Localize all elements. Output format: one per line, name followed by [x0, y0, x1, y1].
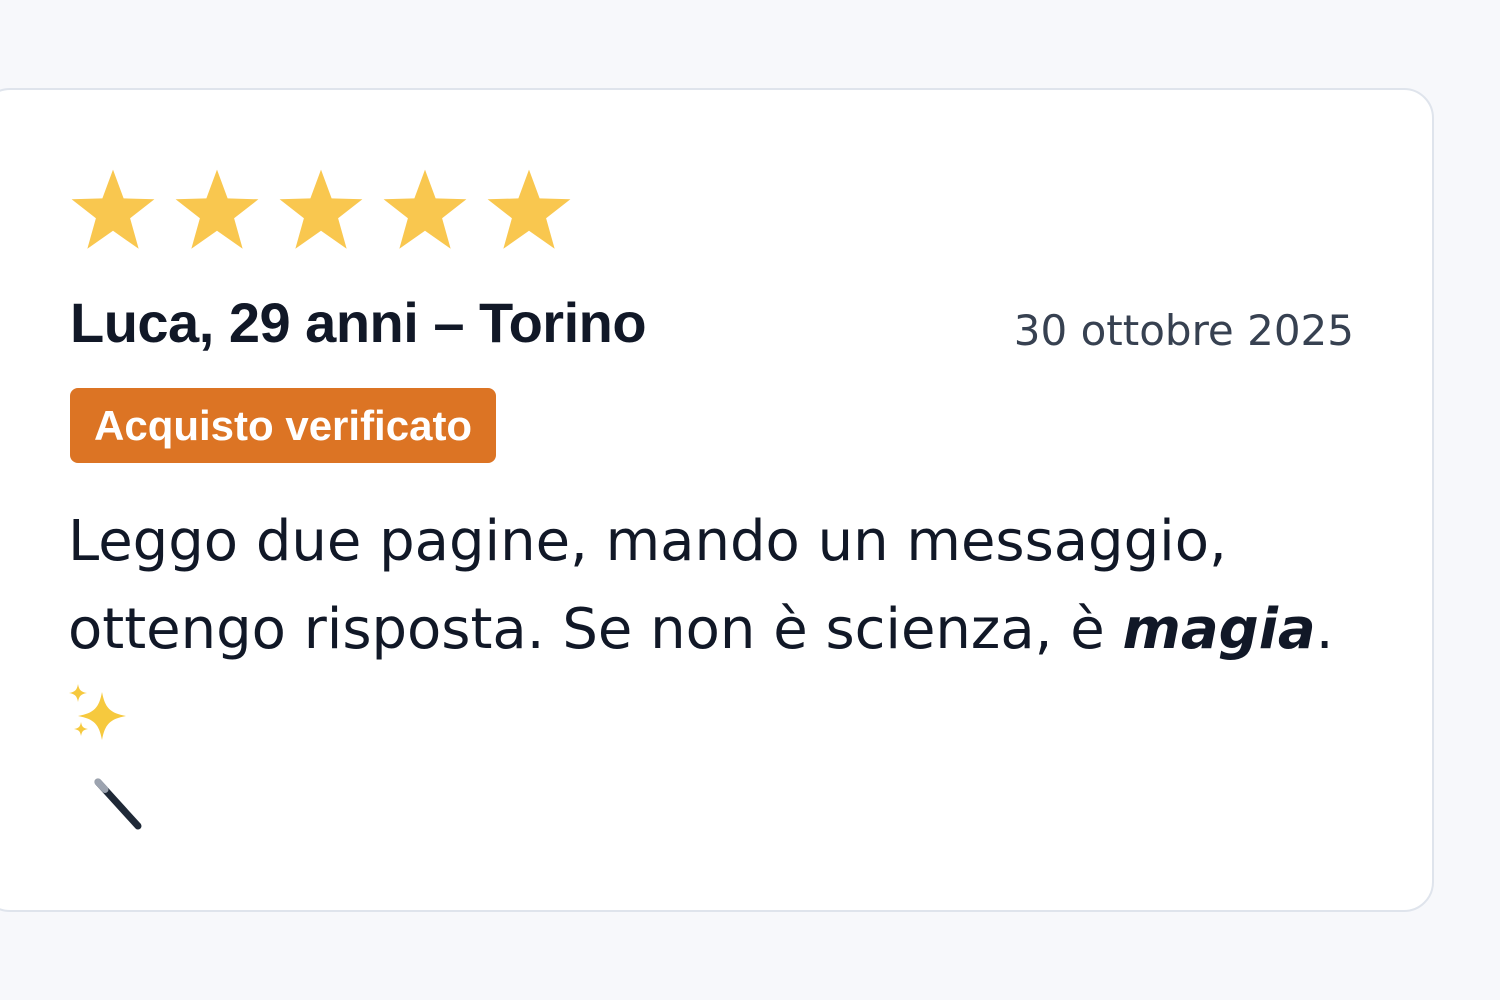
review-text-line2: ottengo risposta. Se non è scienza, è	[68, 597, 1123, 662]
star-icon	[484, 166, 574, 256]
star-icon	[68, 166, 158, 256]
review-text-suffix: .	[1315, 597, 1334, 662]
star-icon	[276, 166, 366, 256]
star-icon	[380, 166, 470, 256]
reviewer-name: Luca, 29 anni – Torino	[70, 291, 647, 354]
review-text-line1: Leggo due pagine, mando un messaggio,	[68, 509, 1227, 574]
review-card: Luca, 29 anni – Torino 30 ottobre 2025 A…	[0, 88, 1434, 912]
review-text-emphasis: magia	[1122, 597, 1316, 662]
sparkles-icon	[68, 684, 132, 744]
review-text: Leggo due pagine, mando un messaggio, ot…	[68, 498, 1368, 674]
star-icon	[172, 166, 262, 256]
review-date: 30 ottobre 2025	[1013, 306, 1354, 355]
verified-purchase-badge: Acquisto verificato	[70, 388, 497, 463]
magic-wand-icon	[92, 778, 148, 834]
star-rating	[68, 166, 574, 256]
